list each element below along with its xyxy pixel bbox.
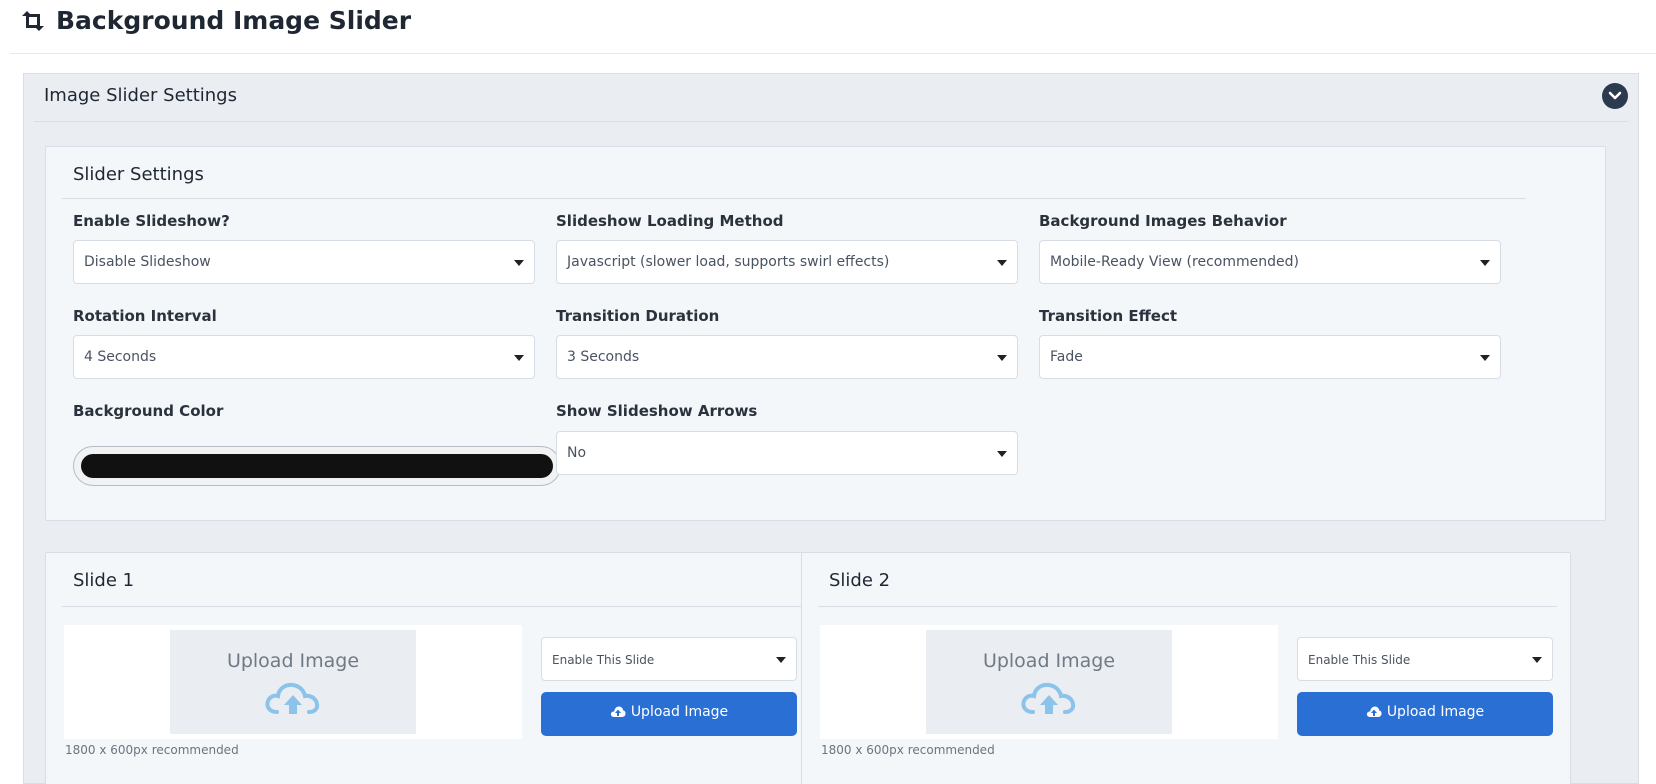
panel-title: Image Slider Settings (44, 85, 237, 106)
caret-down-icon (514, 260, 524, 266)
divider (62, 198, 1526, 199)
transition-duration-value: 3 Seconds (567, 349, 640, 365)
transition-duration-label: Transition Duration (556, 307, 720, 325)
page-title: Background Image Slider (56, 6, 412, 35)
transition-effect-select[interactable]: Fade (1039, 335, 1501, 379)
cloud-upload-icon (1021, 682, 1076, 714)
upload-button-label: Upload Image (1386, 704, 1485, 720)
slide-title: Slide 1 (73, 570, 135, 591)
caret-down-icon (997, 451, 1007, 457)
cloud-upload-icon (610, 706, 626, 717)
background-color-label: Background Color (73, 402, 224, 420)
cloud-upload-icon (1366, 706, 1382, 717)
slide-title: Slide 2 (829, 570, 891, 591)
loading-method-select[interactable]: Javascript (slower load, supports swirl … (556, 240, 1018, 284)
size-recommendation: 1800 x 600px recommended (821, 743, 995, 757)
enable-slideshow-value: Disable Slideshow (84, 254, 211, 270)
image-slider-settings-panel: Image Slider Settings Slider Settings En… (23, 73, 1639, 784)
slide-image-preview[interactable]: Upload Image (64, 625, 522, 739)
transition-effect-label: Transition Effect (1039, 307, 1178, 325)
show-arrows-value: No (567, 445, 587, 461)
size-recommendation: 1800 x 600px recommended (65, 743, 239, 757)
slider-settings-card: Slider Settings Enable Slideshow? Disabl… (45, 146, 1606, 521)
upload-image-button[interactable]: Upload Image (541, 692, 797, 736)
caret-down-icon (997, 355, 1007, 361)
placeholder-text: Upload Image (226, 650, 360, 672)
caret-down-icon (1480, 260, 1490, 266)
loading-method-label: Slideshow Loading Method (556, 212, 784, 230)
slide-card-2: Slide 2 Upload Image 1800 x 600px recomm… (801, 552, 1571, 784)
background-color-picker[interactable] (73, 446, 561, 486)
upload-button-label: Upload Image (630, 704, 729, 720)
color-swatch (81, 454, 553, 478)
caret-down-icon (1480, 355, 1490, 361)
upload-image-placeholder: Upload Image (170, 630, 416, 734)
caret-down-icon (997, 260, 1007, 266)
caret-down-icon (776, 657, 786, 663)
images-behavior-value: Mobile-Ready View (recommended) (1050, 254, 1299, 270)
placeholder-text: Upload Image (982, 650, 1116, 672)
cloud-upload-icon (265, 682, 320, 714)
transition-effect-value: Fade (1050, 349, 1083, 365)
rotation-interval-value: 4 Seconds (84, 349, 157, 365)
page-header: Background Image Slider (10, 0, 1656, 54)
enable-slideshow-select[interactable]: Disable Slideshow (73, 240, 535, 284)
slide-status-select[interactable]: Enable This Slide (541, 637, 797, 681)
divider (818, 606, 1557, 607)
upload-image-button[interactable]: Upload Image (1297, 692, 1553, 736)
slide-image-preview[interactable]: Upload Image (820, 625, 1278, 739)
caret-down-icon (1532, 657, 1542, 663)
enable-slideshow-label: Enable Slideshow? (73, 212, 230, 230)
chevron-down-icon (1608, 91, 1622, 100)
show-arrows-label: Show Slideshow Arrows (556, 402, 758, 420)
slide-status-value: Enable This Slide (1308, 653, 1411, 667)
rotation-interval-label: Rotation Interval (73, 307, 217, 325)
loading-method-value: Javascript (slower load, supports swirl … (567, 254, 890, 270)
show-arrows-select[interactable]: No (556, 431, 1018, 475)
slide-status-select[interactable]: Enable This Slide (1297, 637, 1553, 681)
slider-settings-title: Slider Settings (73, 164, 204, 185)
rotation-interval-select[interactable]: 4 Seconds (73, 335, 535, 379)
images-behavior-label: Background Images Behavior (1039, 212, 1287, 230)
transition-duration-select[interactable]: 3 Seconds (556, 335, 1018, 379)
collapse-button[interactable] (1602, 83, 1628, 109)
slide-status-value: Enable This Slide (552, 653, 655, 667)
slide-card-1: Slide 1 Upload Image 1800 x 600px recomm… (45, 552, 815, 784)
images-behavior-select[interactable]: Mobile-Ready View (recommended) (1039, 240, 1501, 284)
caret-down-icon (514, 355, 524, 361)
divider (62, 606, 801, 607)
panel-header[interactable]: Image Slider Settings (34, 74, 1628, 122)
retweet-icon (19, 9, 47, 33)
upload-image-placeholder: Upload Image (926, 630, 1172, 734)
